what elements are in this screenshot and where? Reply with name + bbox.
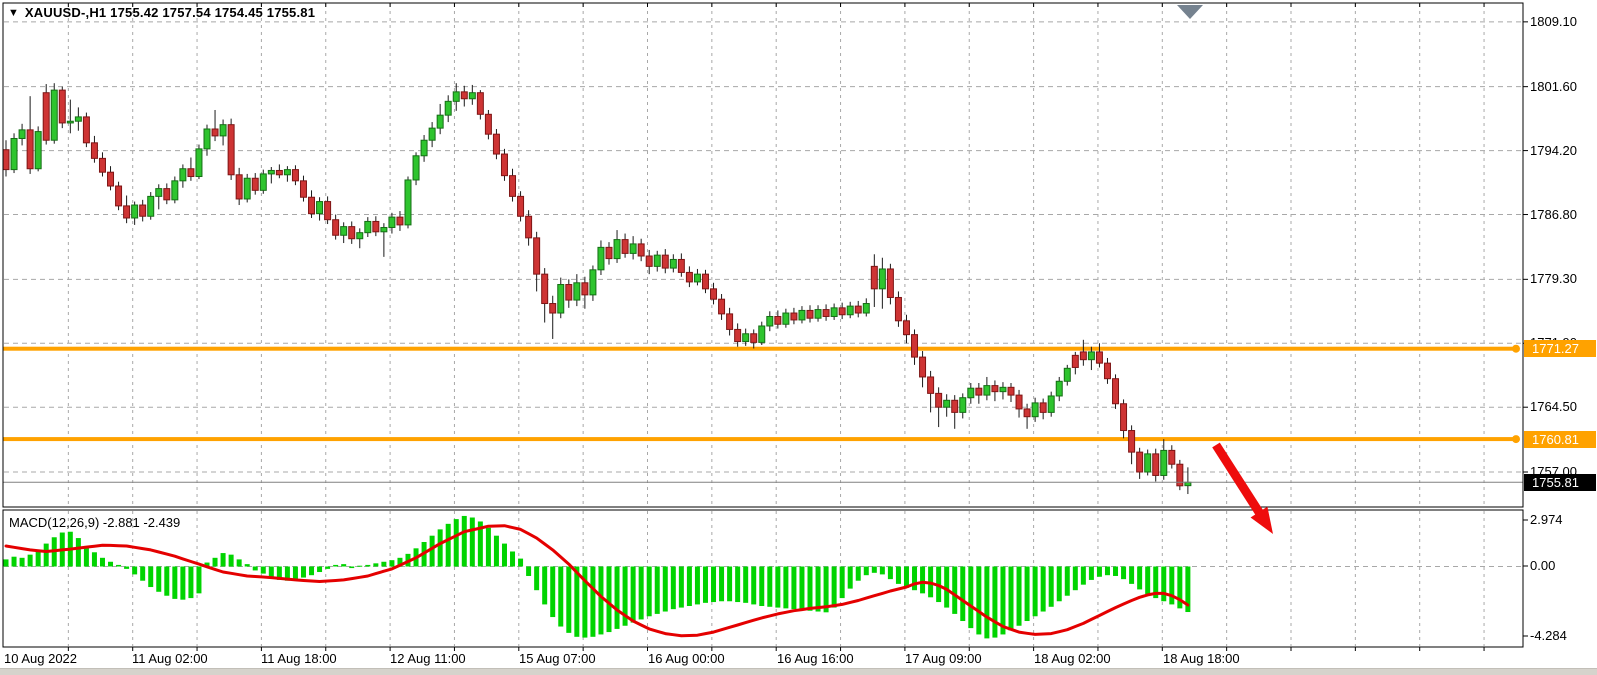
time-tick-label: 16 Aug 16:00 xyxy=(777,651,854,666)
macd-tick-label: -4.284 xyxy=(1530,628,1567,643)
time-tick-label: 12 Aug 11:00 xyxy=(390,651,466,666)
bottom-frame-strip xyxy=(0,668,1597,675)
chart-header: ▼ XAUUSD-,H1 1755.42 1757.54 1754.45 175… xyxy=(8,5,315,20)
time-tick-label: 18 Aug 18:00 xyxy=(1163,651,1240,666)
time-tick-label: 18 Aug 02:00 xyxy=(1034,651,1111,666)
time-tick-label: 15 Aug 07:00 xyxy=(519,651,596,666)
price-tick-label: 1779.30 xyxy=(1530,271,1577,286)
symbol-dropdown-icon: ▼ xyxy=(8,6,19,20)
level-price-badge: 1771.27 xyxy=(1524,340,1596,357)
trading-chart-window: ▼ XAUUSD-,H1 1755.42 1757.54 1754.45 175… xyxy=(0,0,1597,675)
time-tick-label: 11 Aug 02:00 xyxy=(132,651,208,666)
symbol-ohlc-title: XAUUSD-,H1 1755.42 1757.54 1754.45 1755.… xyxy=(25,5,315,20)
time-tick-label: 16 Aug 00:00 xyxy=(648,651,725,666)
time-tick-label: 10 Aug 2022 xyxy=(4,651,77,666)
price-tick-label: 1764.50 xyxy=(1530,399,1577,414)
price-tick-label: 1801.60 xyxy=(1530,79,1577,94)
time-tick-label: 17 Aug 09:00 xyxy=(905,651,982,666)
chart-canvas[interactable] xyxy=(0,0,1597,675)
current-price-badge: 1755.81 xyxy=(1524,474,1596,491)
price-tick-label: 1809.10 xyxy=(1530,14,1577,29)
macd-tick-label: 2.974 xyxy=(1530,512,1563,527)
time-tick-label: 11 Aug 18:00 xyxy=(261,651,337,666)
macd-tick-label: 0.00 xyxy=(1530,558,1555,573)
price-tick-label: 1786.80 xyxy=(1530,207,1577,222)
macd-indicator-label: MACD(12,26,9) -2.881 -2.439 xyxy=(9,515,180,530)
price-tick-label: 1794.20 xyxy=(1530,143,1577,158)
level-price-badge: 1760.81 xyxy=(1524,431,1596,448)
